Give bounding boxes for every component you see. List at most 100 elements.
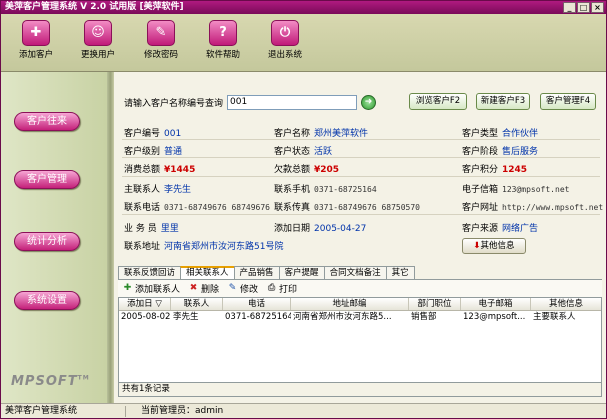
cell-other: 主要联系人 bbox=[533, 312, 576, 322]
divider bbox=[122, 157, 600, 158]
status-app-name: 美萍客户管理系统 bbox=[5, 406, 78, 416]
field-customer-points: 客户积分 1245 bbox=[462, 165, 528, 175]
grid-header: 添加日 ▽ 联系人 电话 地址邮编 部门职位 电子邮箱 其他信息 bbox=[119, 298, 601, 311]
field-phone: 联系电话 0371-68749676 68749676 bbox=[124, 203, 270, 213]
contact-toolbar: ✚ 添加联系人 ✖ 删除 ✎ 修改 ⎙ 打印 bbox=[118, 279, 602, 297]
field-customer-type: 客户类型 合作伙伴 bbox=[462, 129, 539, 139]
column-header-email[interactable]: 电子邮箱 bbox=[461, 298, 531, 310]
search-go-icon[interactable]: ➜ bbox=[361, 94, 377, 110]
toolbar-label: 软件帮助 bbox=[205, 50, 240, 60]
help-button[interactable]: ? 软件帮助 bbox=[200, 20, 246, 64]
title-bar[interactable]: 美萍客户管理系统 V 2.0 试用版 [美萍软件] _ □ × bbox=[1, 1, 606, 14]
add-contact-icon: ✚ bbox=[123, 283, 132, 293]
search-label: 请输入客户名称编号查询 bbox=[124, 98, 224, 109]
add-customer-button[interactable]: ✚ 添加客户 bbox=[13, 20, 59, 64]
switch-user-button[interactable]: ☺ 更换用户 bbox=[75, 20, 121, 64]
detail-tabs: 联系反馈回访 相关联系人 产品销售 客户提醒 合同文档备注 其它 bbox=[118, 266, 415, 280]
exit-icon: ⏻ bbox=[271, 20, 299, 46]
edit-button[interactable]: ✎ 修改 bbox=[227, 282, 258, 295]
browse-customer-button[interactable]: 浏览客户F2 bbox=[409, 93, 467, 110]
field-customer-stage: 客户阶段 售后服务 bbox=[462, 147, 539, 157]
status-bar: 美萍客户管理系统 当前管理员：admin bbox=[1, 403, 606, 418]
tab-feedback[interactable]: 联系反馈回访 bbox=[118, 266, 182, 279]
column-header-department[interactable]: 部门职位 bbox=[409, 298, 461, 310]
record-count: 共有1条记录 bbox=[118, 383, 602, 397]
toolbar-label: 添加客户 bbox=[18, 50, 53, 60]
field-customer-level: 客户级别 普通 bbox=[124, 147, 183, 157]
tab-contracts[interactable]: 合同文档备注 bbox=[323, 266, 387, 279]
divider bbox=[122, 139, 600, 140]
help-icon: ? bbox=[209, 20, 237, 46]
edit-icon: ✎ bbox=[228, 283, 237, 293]
field-customer-code: 客户编号 001 bbox=[124, 129, 182, 139]
new-customer-button[interactable]: 新建客户F3 bbox=[476, 93, 530, 110]
cell-contact: 李先生 bbox=[173, 312, 199, 322]
print-icon: ⎙ bbox=[267, 283, 276, 293]
change-password-button[interactable]: ✎ 修改密码 bbox=[138, 20, 184, 64]
cell-department: 销售部 bbox=[411, 312, 437, 322]
column-header-other[interactable]: 其他信息 bbox=[531, 298, 601, 310]
status-separator bbox=[125, 406, 126, 417]
status-admin: 当前管理员：admin bbox=[141, 406, 224, 416]
toolbar-label: 退出系统 bbox=[267, 50, 302, 60]
mpsoft-logo: MPSOFTTM bbox=[11, 374, 90, 389]
tab-related-contacts[interactable]: 相关联系人 bbox=[180, 266, 235, 280]
cell-address: 河南省郑州市汝河东路5... bbox=[293, 312, 392, 322]
key-icon: ✎ bbox=[147, 20, 175, 46]
customer-detail-panel: 请输入客户名称编号查询 ➜ 浏览客户F2 新建客户F3 客户管理F4 客户编号0… bbox=[114, 72, 606, 403]
field-consume-total: 消费总额 ¥1445 bbox=[124, 165, 196, 175]
search-input[interactable] bbox=[227, 94, 358, 110]
add-contact-button[interactable]: ✚ 添加联系人 bbox=[122, 282, 180, 295]
toolbar-label: 修改密码 bbox=[143, 50, 178, 60]
close-button[interactable]: × bbox=[591, 2, 604, 13]
field-added-date: 添加日期 2005-04-27 bbox=[274, 224, 367, 234]
table-row[interactable]: 2005-08-02 李先生 0371-68725164 河南省郑州市汝河东路5… bbox=[119, 311, 601, 324]
field-customer-source: 客户来源 网络广告 bbox=[462, 224, 539, 234]
field-debt-total: 欠款总额 ¥205 bbox=[274, 165, 340, 175]
splitter[interactable] bbox=[107, 72, 114, 403]
column-header-address[interactable]: 地址邮编 bbox=[291, 298, 409, 310]
maximize-button[interactable]: □ bbox=[577, 2, 590, 13]
sidebar-item-settings[interactable]: 系统设置 bbox=[14, 291, 80, 310]
main-toolbar: ✚ 添加客户 ☺ 更换用户 ✎ 修改密码 ? 软件帮助 ⏻ 退出系统 bbox=[1, 14, 606, 72]
divider bbox=[122, 214, 600, 215]
tab-product-sales[interactable]: 产品销售 bbox=[233, 266, 280, 279]
sidebar-item-statistics[interactable]: 统计分析 bbox=[14, 232, 80, 251]
field-salesman: 业 务 员里里 bbox=[124, 224, 179, 234]
search-row: 请输入客户名称编号查询 ➜ bbox=[124, 94, 377, 110]
delete-button[interactable]: ✖ 删除 bbox=[188, 282, 219, 295]
minimize-button[interactable]: _ bbox=[563, 2, 576, 13]
field-main-contact: 主联系人 李先生 bbox=[124, 185, 192, 195]
column-header-contact[interactable]: 联系人 bbox=[171, 298, 223, 310]
field-website: 客户网址 http://www.mpsoft.net bbox=[462, 203, 604, 213]
field-fax: 联系传真 0371-68749676 68750570 bbox=[274, 203, 420, 213]
field-customer-name: 客户名称 郑州美萍软件 bbox=[274, 129, 369, 139]
cell-email: 123@mpsoft... bbox=[463, 312, 526, 322]
tab-other[interactable]: 其它 bbox=[385, 266, 415, 279]
customer-manage-button[interactable]: 客户管理F4 bbox=[540, 93, 596, 110]
window-title: 美萍客户管理系统 V 2.0 试用版 [美萍软件] bbox=[5, 2, 184, 12]
cell-phone: 0371-68725164 bbox=[225, 312, 291, 322]
column-header-date[interactable]: 添加日 ▽ bbox=[119, 298, 171, 310]
other-info-button[interactable]: ⬇其他信息 bbox=[462, 238, 526, 254]
sidebar-item-customer-management[interactable]: 客户管理 bbox=[14, 170, 80, 189]
print-button[interactable]: ⎙ 打印 bbox=[266, 282, 297, 295]
divider bbox=[122, 176, 600, 177]
add-customer-icon: ✚ bbox=[22, 20, 50, 46]
field-customer-status: 客户状态 活跃 bbox=[274, 147, 333, 157]
sidebar: 客户往来 客户管理 统计分析 系统设置 MPSOFTTM bbox=[1, 72, 107, 403]
field-address: 联系地址 河南省郑州市汝河东路51号院 bbox=[124, 242, 284, 252]
cell-date: 2005-08-02 bbox=[121, 312, 171, 322]
exit-button[interactable]: ⏻ 退出系统 bbox=[262, 20, 308, 64]
window-controls: _ □ × bbox=[563, 2, 604, 13]
sidebar-item-customer-dealings[interactable]: 客户往来 bbox=[14, 112, 80, 131]
toolbar-label: 更换用户 bbox=[80, 50, 115, 60]
main-window: 美萍客户管理系统 V 2.0 试用版 [美萍软件] _ □ × ✚ 添加客户 ☺… bbox=[0, 0, 607, 419]
switch-user-icon: ☺ bbox=[84, 20, 112, 46]
field-mobile: 联系手机 0371-68725164 bbox=[274, 185, 377, 195]
tab-reminders[interactable]: 客户提醒 bbox=[278, 266, 325, 279]
contacts-grid: 添加日 ▽ 联系人 电话 地址邮编 部门职位 电子邮箱 其他信息 2005-08… bbox=[118, 297, 602, 383]
delete-icon: ✖ bbox=[189, 283, 198, 293]
column-header-phone[interactable]: 电话 bbox=[223, 298, 291, 310]
arrow-down-icon: ⬇ bbox=[473, 241, 481, 251]
